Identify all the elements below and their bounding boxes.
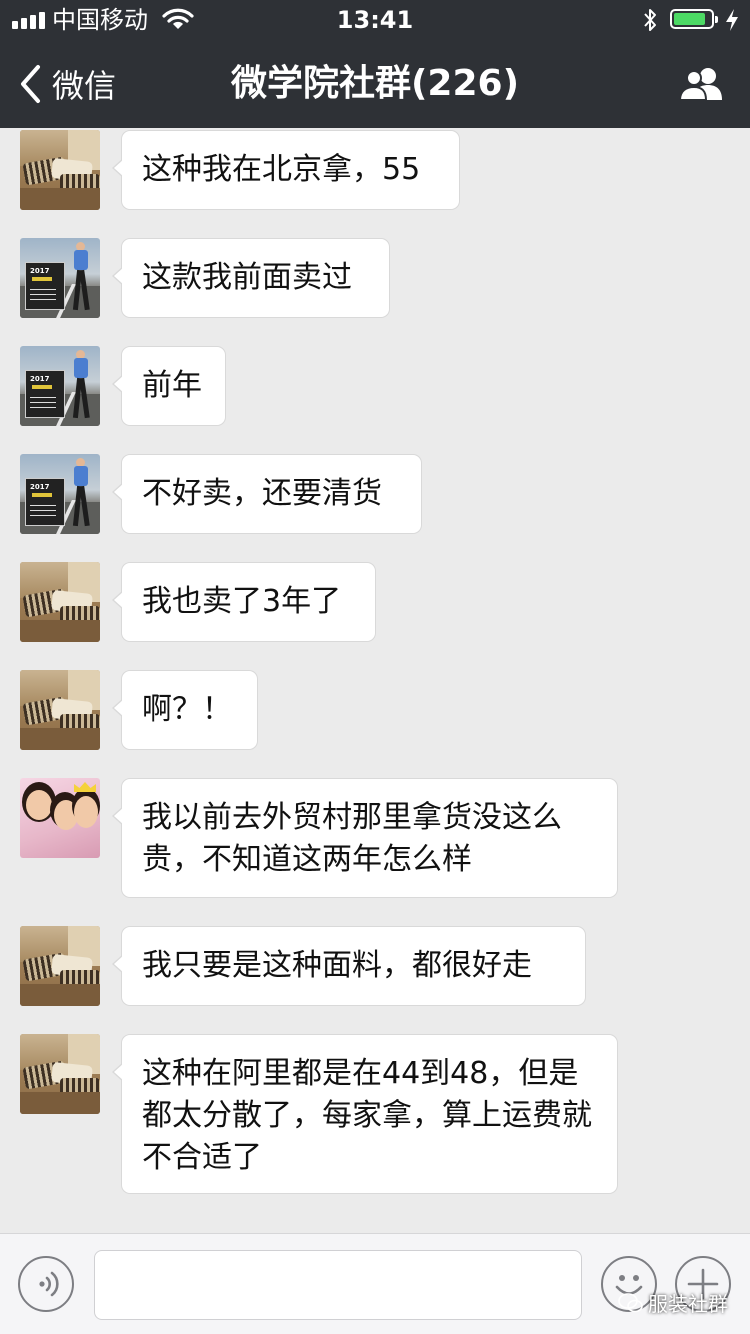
chat-title: 微学院社群(226) <box>230 63 520 104</box>
status-bar: 中国移动 13:41 <box>0 0 750 40</box>
message-bubble[interactable]: 我只要是这种面料，都很好走 <box>112 926 586 1006</box>
top-bar: 中国移动 13:41 微信 微学院社群(226) <box>0 0 750 128</box>
nav-bar: 微信 微学院社群(226) <box>0 40 750 128</box>
avatar[interactable]: 2017 <box>20 454 100 534</box>
bluetooth-icon <box>644 9 656 31</box>
avatar[interactable]: 2017 <box>20 238 100 318</box>
avatar[interactable] <box>20 926 100 1006</box>
group-members-icon[interactable] <box>678 67 726 101</box>
avatar[interactable] <box>20 130 100 210</box>
watermark: 服装社群 <box>618 1288 728 1317</box>
chevron-left-icon <box>21 65 40 103</box>
avatar[interactable] <box>20 1034 100 1114</box>
message-bubble[interactable]: 前年 <box>112 346 226 426</box>
message-bubble[interactable]: 我以前去外贸村那里拿货没这么贵，不知道这两年怎么样 <box>112 778 618 898</box>
voice-button[interactable] <box>18 1256 74 1312</box>
status-time: 13:41 <box>336 6 414 34</box>
avatar[interactable] <box>20 562 100 642</box>
message-bubble[interactable]: 这种我在北京拿，55 <box>112 130 460 210</box>
message-bubble[interactable]: 这种在阿里都是在44到48，但是都太分散了，每家拿，算上运费就不合适了 <box>112 1034 618 1194</box>
message-bubble[interactable]: 啊？！ <box>112 670 258 750</box>
voice-icon <box>39 1271 59 1297</box>
battery-icon <box>670 9 718 29</box>
avatar[interactable]: 2017 <box>20 346 100 426</box>
charging-icon <box>726 9 738 31</box>
message-input[interactable] <box>94 1250 582 1320</box>
avatar[interactable] <box>20 670 100 750</box>
input-bar <box>0 1233 750 1334</box>
watermark-text: 服装社群 <box>648 1292 728 1316</box>
battery-level <box>674 13 705 25</box>
avatar[interactable] <box>20 778 100 858</box>
message-bubble[interactable]: 这款我前面卖过 <box>112 238 390 318</box>
message-bubble[interactable]: 我也卖了3年了 <box>112 562 376 642</box>
back-label: 微信 <box>52 67 117 105</box>
back-button[interactable]: 微信 <box>18 62 116 106</box>
wechat-logo-icon <box>618 1292 643 1312</box>
message-bubble[interactable]: 不好卖，还要清货 <box>112 454 422 534</box>
